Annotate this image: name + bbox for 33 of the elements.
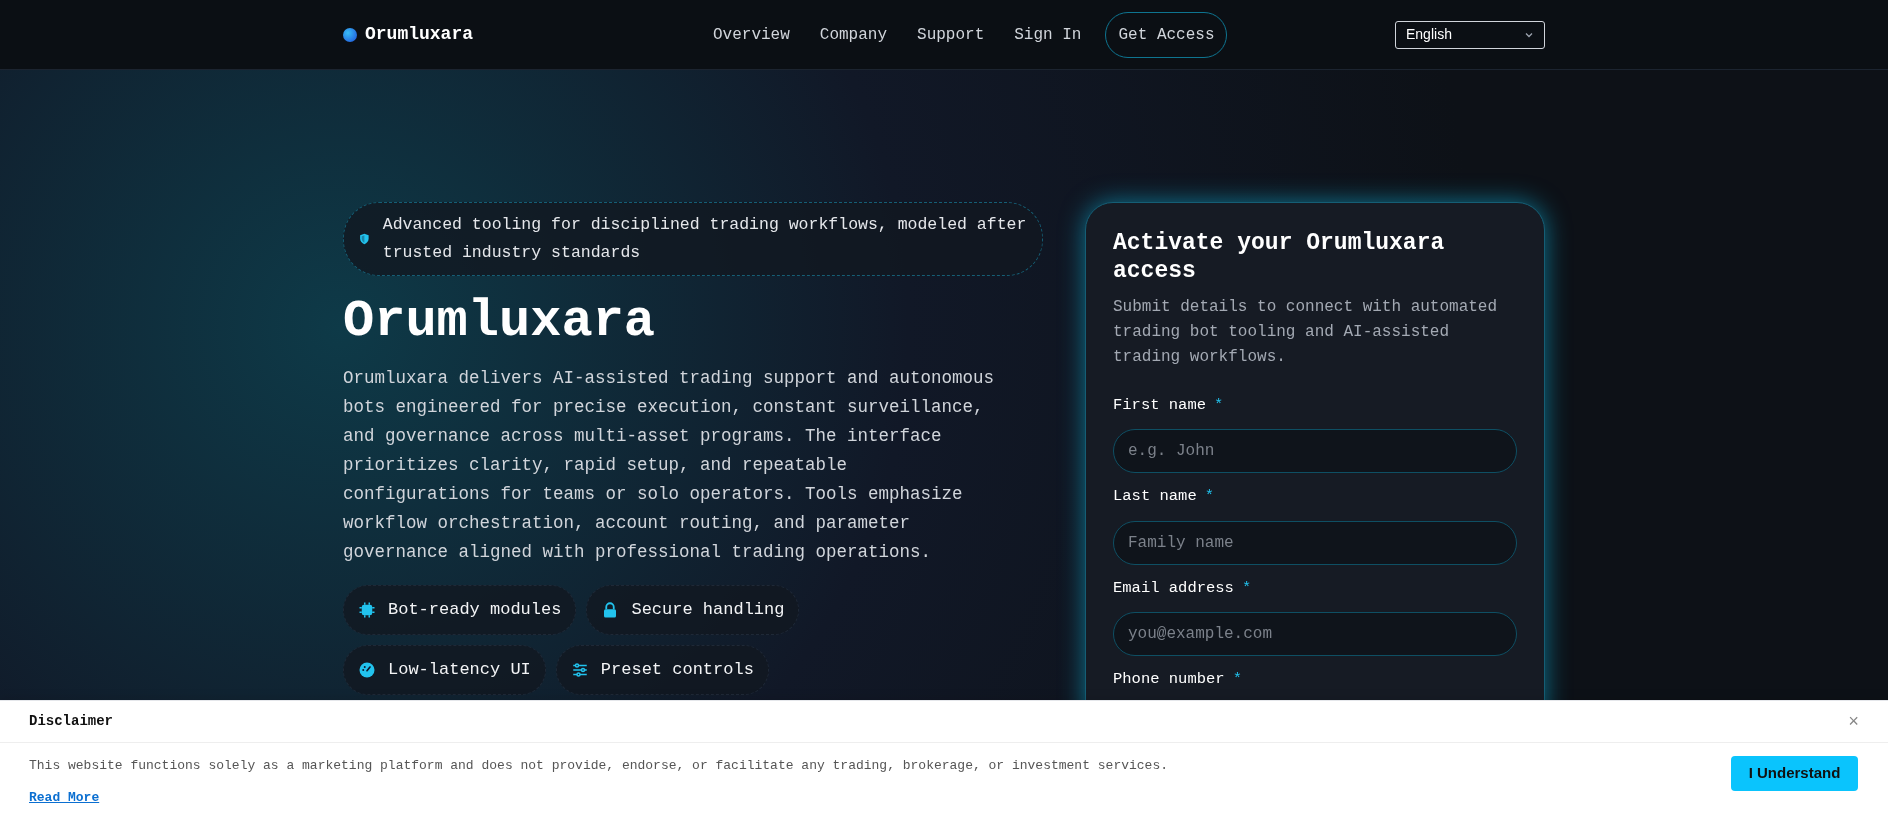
feature-chip: Bot-ready modules [343, 585, 577, 635]
language-select[interactable]: English [1395, 20, 1545, 49]
text-field[interactable]: you@example.com [1113, 611, 1517, 656]
field-label: Phone number [1113, 668, 1225, 690]
nav-link[interactable]: Sign In [1008, 22, 1088, 47]
hero-description: Orumluxara delivers AI-assisted trading support and autonomous bots engineered for precise execution, constant surveillance, and governance across multi-asset programs. The interface prioritizes clarity, rapid setup, and repeatable configurations for teams or solo operators. Tools emphasize workflow orchestration, account routing, and parameter governance aligned with professional trading operations. [343, 367, 996, 564]
tagline-banner: Advanced tooling for disciplined trading workflows, modeled after trusted industry standards [343, 202, 1043, 276]
feature-chip: Low-latency UI [343, 645, 546, 695]
required-mark: * [1241, 577, 1252, 599]
feature-chip: Secure handling [586, 585, 800, 635]
form-title: Activate your Orumluxara access [1113, 229, 1446, 285]
nav-link[interactable]: Company [813, 22, 894, 47]
required-mark: * [1204, 486, 1215, 508]
brand-name: Orumluxara [365, 23, 474, 46]
field-label: First name [1113, 395, 1206, 416]
required-mark: * [1214, 395, 1224, 416]
nav-link[interactable]: Overview [707, 22, 796, 47]
required-mark: * [1232, 668, 1242, 690]
text-field[interactable]: Family name [1113, 520, 1517, 565]
hero-title: Orumluxara [343, 292, 657, 352]
field-label: Email address [1113, 577, 1234, 599]
read-more-link[interactable]: Read More [29, 787, 1168, 807]
disclaimer-text: This website functions solely as a marketing platform and does not provide, endorse, or facilitate any trading, brokerage, or investment services. [29, 757, 1168, 775]
form-subtitle: Submit details to connect with automated trading bot tooling and AI-assisted trading workflows. [1113, 297, 1499, 368]
sliders-icon [570, 661, 589, 679]
nav-link[interactable]: Support [911, 22, 991, 47]
understand-button[interactable]: I Understand [1731, 756, 1858, 791]
close-button[interactable]: × [1848, 712, 1859, 731]
feature-chip: Preset controls [555, 645, 769, 695]
disclaimer-title: Disclaimer [29, 712, 113, 731]
field-label: Last name [1113, 486, 1197, 508]
text-field[interactable]: e.g. John [1113, 429, 1517, 474]
gauge-icon [358, 661, 376, 679]
